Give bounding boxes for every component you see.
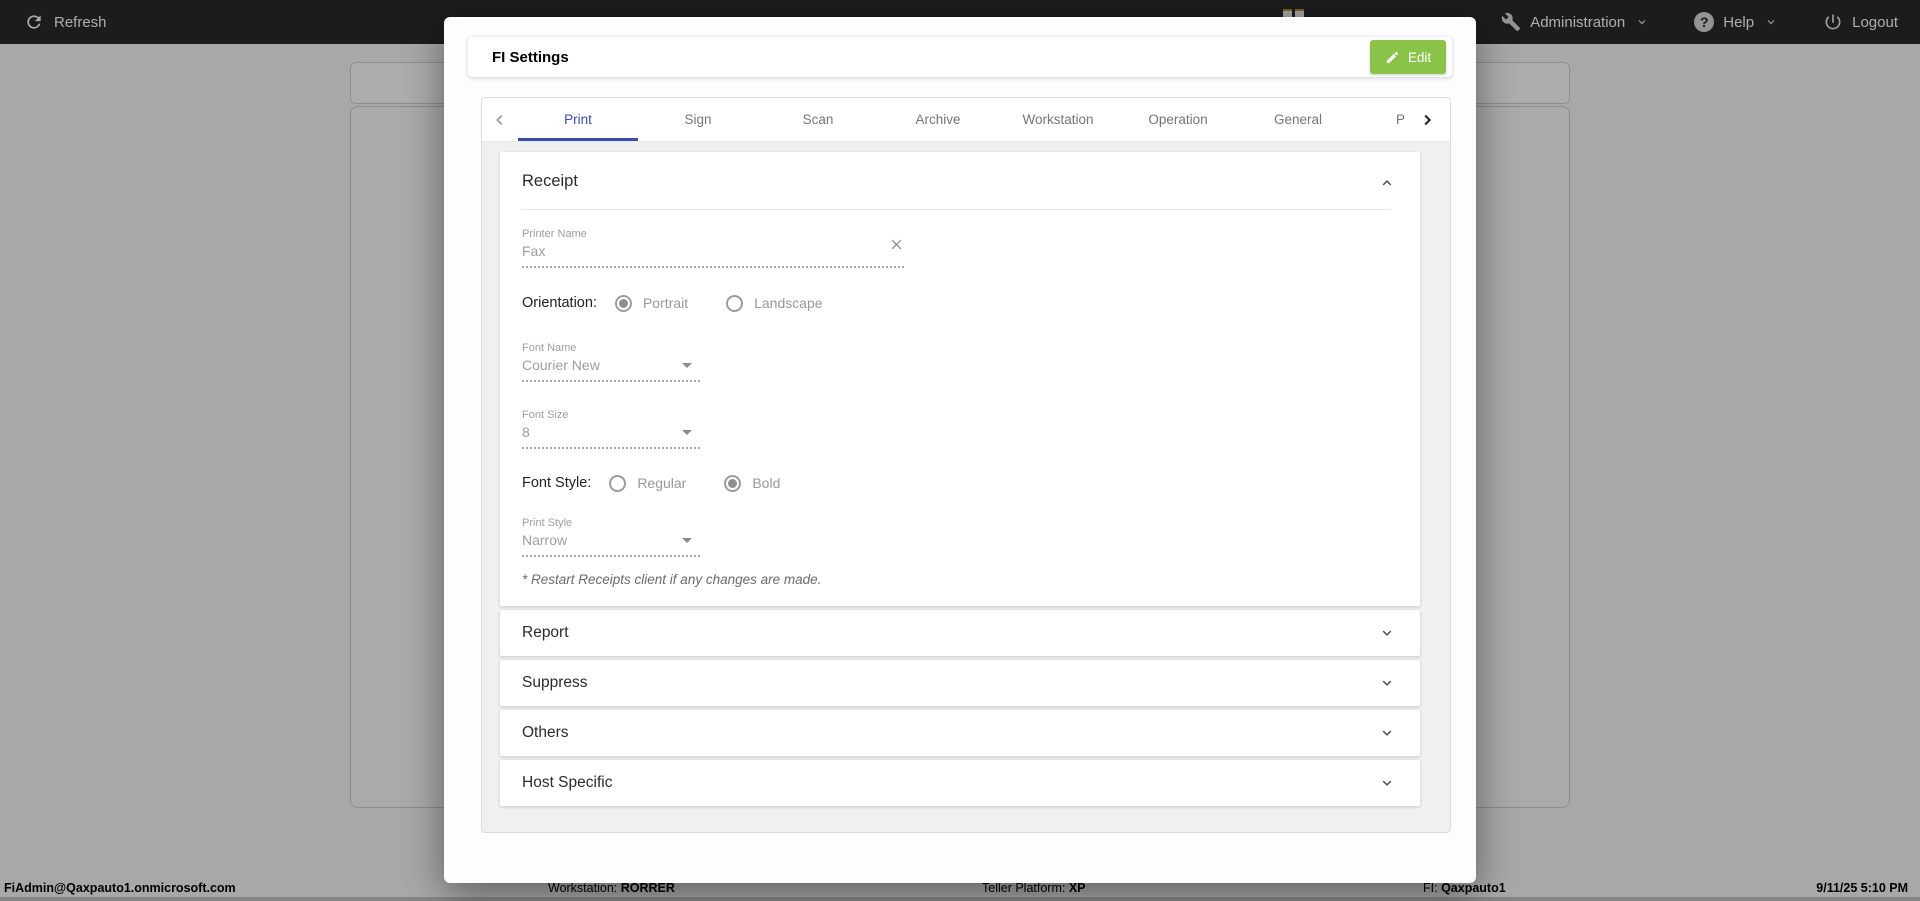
dialog-header: FI Settings Edit bbox=[468, 37, 1452, 77]
font-size-label: Font Size bbox=[522, 409, 569, 421]
radio-regular[interactable] bbox=[609, 474, 627, 492]
font-name-label: Font Name bbox=[522, 342, 577, 354]
tab-archive[interactable]: Archive bbox=[878, 98, 998, 141]
tab-strip: Print Sign Scan Archive Workstation Oper… bbox=[518, 98, 1404, 141]
expand-chevron-down-icon bbox=[1378, 724, 1396, 747]
expand-chevron-down-icon bbox=[1378, 774, 1396, 797]
chevron-left-icon bbox=[496, 114, 503, 125]
orientation-group: Orientation: Portrait Landscape bbox=[522, 287, 861, 319]
report-section-header[interactable]: Report bbox=[500, 610, 1420, 656]
edit-button[interactable]: Edit bbox=[1370, 40, 1446, 74]
suppress-section-header[interactable]: Suppress bbox=[500, 660, 1420, 706]
tab-sign[interactable]: Sign bbox=[638, 98, 758, 141]
font-style-label: Font Style: bbox=[522, 475, 592, 491]
divider bbox=[522, 209, 1390, 210]
dropdown-arrow-icon bbox=[682, 538, 692, 543]
printer-name-field[interactable]: Printer Name Fax bbox=[522, 228, 904, 268]
receipt-section: Receipt Printer Name Fax Orientation: Po… bbox=[500, 152, 1420, 606]
printer-name-label: Printer Name bbox=[522, 228, 587, 240]
font-name-select[interactable]: Font Name Courier New bbox=[522, 342, 700, 382]
radio-landscape[interactable] bbox=[726, 294, 744, 312]
tabs-scroll-right-button[interactable] bbox=[1404, 98, 1450, 141]
font-size-select[interactable]: Font Size 8 bbox=[522, 409, 700, 449]
tab-scan[interactable]: Scan bbox=[758, 98, 878, 141]
tab-print[interactable]: Print bbox=[518, 98, 638, 141]
print-style-select[interactable]: Print Style Narrow bbox=[522, 517, 700, 557]
settings-card: Print Sign Scan Archive Workstation Oper… bbox=[481, 97, 1451, 833]
print-style-label: Print Style bbox=[522, 517, 573, 529]
dropdown-arrow-icon bbox=[682, 430, 692, 435]
dialog-title: FI Settings bbox=[492, 48, 569, 66]
tab-operation[interactable]: Operation bbox=[1118, 98, 1238, 141]
tabs-scroll-left-button[interactable] bbox=[482, 98, 518, 141]
tab-workstation[interactable]: Workstation bbox=[998, 98, 1118, 141]
print-style-value: Narrow bbox=[522, 532, 568, 548]
font-name-value: Courier New bbox=[522, 357, 600, 373]
suppress-section-title: Suppress bbox=[522, 674, 588, 691]
font-size-value: 8 bbox=[522, 424, 530, 440]
tab-bar: Print Sign Scan Archive Workstation Oper… bbox=[482, 98, 1450, 142]
expand-chevron-down-icon bbox=[1378, 624, 1396, 647]
radio-regular-label: Regular bbox=[637, 475, 687, 491]
orientation-label: Orientation: bbox=[522, 295, 597, 311]
host-specific-section-header[interactable]: Host Specific bbox=[500, 760, 1420, 806]
expand-chevron-down-icon bbox=[1378, 674, 1396, 697]
chevron-right-icon bbox=[1424, 114, 1432, 125]
others-section-header[interactable]: Others bbox=[500, 710, 1420, 756]
report-section-title: Report bbox=[522, 624, 569, 641]
radio-landscape-label: Landscape bbox=[754, 295, 823, 311]
radio-bold-label: Bold bbox=[752, 475, 781, 491]
radio-portrait[interactable] bbox=[614, 294, 632, 312]
edit-button-label: Edit bbox=[1407, 49, 1432, 65]
radio-bold[interactable] bbox=[724, 474, 742, 492]
receipt-section-title: Receipt bbox=[522, 172, 578, 190]
font-style-group: Font Style: Regular Bold bbox=[522, 467, 818, 499]
others-section-title: Others bbox=[522, 724, 569, 741]
dropdown-arrow-icon bbox=[682, 363, 692, 368]
tab-clipped[interactable]: P bbox=[1358, 98, 1404, 141]
radio-portrait-label: Portrait bbox=[642, 295, 689, 311]
tab-general[interactable]: General bbox=[1238, 98, 1358, 141]
fi-settings-dialog: FI Settings Edit Print Sign Scan Archive… bbox=[444, 17, 1476, 883]
pencil-icon bbox=[1386, 51, 1398, 63]
clear-icon[interactable] bbox=[889, 237, 904, 257]
collapse-chevron-up-icon[interactable] bbox=[1378, 174, 1396, 197]
printer-name-value: Fax bbox=[522, 243, 546, 259]
restart-note: * Restart Receipts client if any changes… bbox=[522, 572, 822, 587]
host-specific-section-title: Host Specific bbox=[522, 774, 613, 791]
